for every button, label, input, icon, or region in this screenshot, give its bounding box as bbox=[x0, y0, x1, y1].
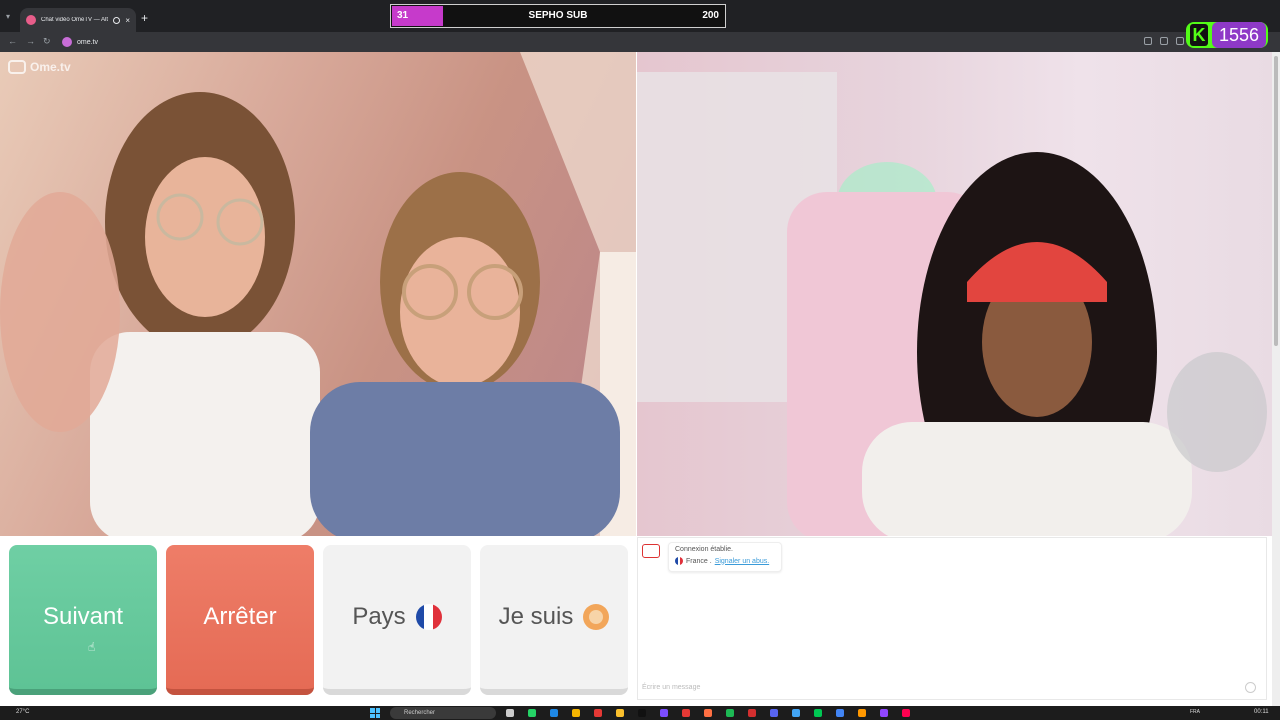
recording-icon bbox=[113, 16, 121, 24]
woman-avatar-icon bbox=[583, 604, 610, 630]
stop-button[interactable]: Arrêter bbox=[166, 545, 314, 695]
app-icon[interactable] bbox=[660, 709, 668, 717]
mouse-cursor-icon: ☝ bbox=[88, 640, 96, 654]
whatsapp-icon[interactable] bbox=[528, 709, 536, 717]
taskbar-search[interactable]: Rechercher bbox=[390, 707, 496, 719]
country-label: Pays bbox=[352, 603, 406, 630]
chat-panel: Connexion établie. France . Signaler un … bbox=[637, 537, 1267, 700]
connection-status: Connexion établie. bbox=[675, 546, 733, 553]
spotify-icon[interactable] bbox=[726, 709, 734, 717]
sub-goal-label: SEPHO SUB bbox=[528, 10, 588, 21]
twitch-icon[interactable] bbox=[880, 709, 888, 717]
app-icon[interactable] bbox=[792, 709, 800, 717]
stranger-video-scene bbox=[0, 52, 636, 536]
tiktok-live-icon[interactable] bbox=[902, 709, 910, 717]
kick-logo-icon: K bbox=[1190, 24, 1208, 46]
taskbar-clock[interactable]: 00:11 bbox=[1254, 709, 1269, 715]
translate-icon[interactable] bbox=[1160, 37, 1168, 45]
app-icon[interactable] bbox=[572, 709, 580, 717]
app-icon[interactable] bbox=[858, 709, 866, 717]
address-bar: ← → ↻ ome.tv bbox=[0, 32, 1280, 52]
ometv-favicon-icon bbox=[26, 15, 36, 25]
gender-button[interactable]: Je suis bbox=[480, 545, 628, 695]
stranger-country: France . bbox=[686, 557, 712, 565]
url-field[interactable]: ome.tv bbox=[62, 35, 98, 49]
firefox-icon[interactable] bbox=[704, 709, 712, 717]
country-button[interactable]: Pays bbox=[323, 545, 471, 695]
ometv-watermark: Ome.tv bbox=[8, 60, 71, 74]
app-icon[interactable] bbox=[814, 709, 822, 717]
cast-icon[interactable] bbox=[1144, 37, 1152, 45]
tab-title: Chat vidéo OmeTV — Alter... bbox=[41, 17, 108, 23]
france-flag-icon bbox=[415, 604, 442, 630]
system-message: Connexion établie. France . Signaler un … bbox=[668, 542, 782, 572]
task-view-icon[interactable] bbox=[506, 709, 514, 717]
sub-goal-bar: 31 SEPHO SUB 200 bbox=[390, 4, 726, 28]
sub-goal-target: 200 bbox=[702, 10, 719, 21]
file-explorer-icon[interactable] bbox=[616, 709, 624, 717]
reload-icon[interactable]: ↻ bbox=[43, 36, 51, 47]
stop-label: Arrêter bbox=[203, 603, 277, 630]
gender-label: Je suis bbox=[498, 603, 574, 630]
app-icon[interactable] bbox=[682, 709, 690, 717]
ometv-chat-logo-icon bbox=[642, 544, 660, 558]
kick-count: 1556 bbox=[1212, 22, 1266, 48]
opera-icon[interactable] bbox=[594, 709, 602, 717]
tab-list-chevron-icon[interactable]: ▾ bbox=[6, 12, 10, 21]
weather-widget[interactable]: 27°C bbox=[16, 709, 29, 715]
url-text: ome.tv bbox=[77, 38, 99, 46]
new-tab-button[interactable]: + bbox=[141, 11, 148, 25]
forward-icon[interactable]: → bbox=[26, 36, 35, 46]
chrome-icon[interactable] bbox=[836, 709, 844, 717]
windows-taskbar: 27°C Rechercher FRA 00:11 bbox=[0, 706, 1280, 720]
tab-close-icon[interactable]: × bbox=[125, 16, 130, 25]
france-mini-flag-icon bbox=[675, 557, 683, 565]
ometv-logo-icon bbox=[8, 60, 26, 74]
tab-ometv[interactable]: Chat vidéo OmeTV — Alter... × bbox=[20, 8, 136, 32]
windows-start-icon[interactable] bbox=[370, 708, 380, 718]
site-info-icon[interactable] bbox=[62, 37, 72, 47]
emoji-icon[interactable] bbox=[1245, 682, 1256, 693]
discord-icon[interactable] bbox=[770, 709, 778, 717]
watermark-text: Ome.tv bbox=[30, 60, 71, 74]
message-input[interactable]: Écrire un message bbox=[642, 684, 1242, 691]
tiktok-icon[interactable] bbox=[638, 709, 646, 717]
next-button[interactable]: Suivant bbox=[9, 545, 157, 695]
next-label: Suivant bbox=[42, 603, 124, 630]
scrollbar-thumb[interactable] bbox=[1274, 56, 1278, 346]
own-video bbox=[637, 52, 1272, 536]
back-icon[interactable]: ← bbox=[8, 36, 17, 46]
report-abuse-link[interactable]: Signaler un abus. bbox=[715, 558, 769, 565]
app-icon[interactable] bbox=[550, 709, 558, 717]
page-scrollbar[interactable] bbox=[1272, 52, 1280, 706]
bookmark-icon[interactable] bbox=[1176, 37, 1184, 45]
language-indicator[interactable]: FRA bbox=[1190, 709, 1200, 715]
own-video-scene bbox=[637, 72, 1267, 536]
app-icon[interactable] bbox=[748, 709, 756, 717]
stranger-video: Ome.tv bbox=[0, 52, 636, 536]
kick-follower-badge: K 1556 bbox=[1186, 22, 1268, 48]
